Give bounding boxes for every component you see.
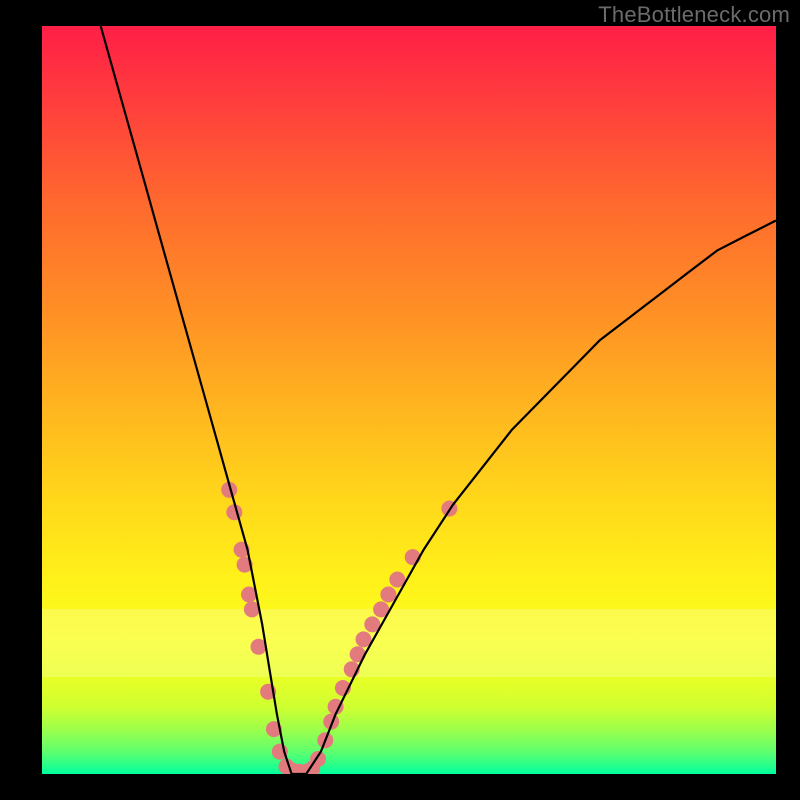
- watermark-text: TheBottleneck.com: [598, 2, 790, 28]
- chart-frame: TheBottleneck.com: [0, 0, 800, 800]
- plot-area: [42, 26, 776, 774]
